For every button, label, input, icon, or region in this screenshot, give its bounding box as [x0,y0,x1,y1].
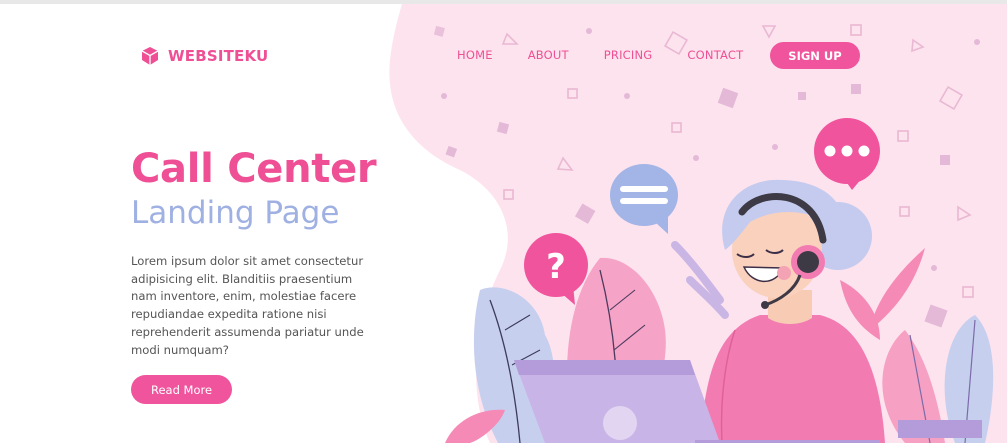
question-bubble-icon: ? [524,233,588,305]
signup-button[interactable]: SIGN UP [770,42,860,69]
plant-lavender [671,241,729,319]
chat-bubble-dots-icon [814,118,880,190]
svg-text:?: ? [546,247,566,287]
hero-subtitle: Landing Page [131,195,340,231]
chat-bubble-lines-icon [610,164,678,234]
nav-about[interactable]: ABOUT [528,48,569,62]
nav-pricing[interactable]: PRICING [604,48,653,62]
plant-pot [898,420,982,438]
hero-title: Call Center [131,146,377,192]
hero-description: Lorem ipsum dolor sit amet consectetur a… [131,254,364,357]
nav-home[interactable]: HOME [457,48,493,62]
cube-icon [141,47,159,65]
nav-contact[interactable]: CONTACT [687,48,743,62]
read-more-button[interactable]: Read More [131,375,232,404]
brand-logo[interactable]: WEBSITEKU [140,46,268,66]
main-nav: HOME ABOUT PRICING CONTACT [457,48,773,62]
brand-name: WEBSITEKU [168,47,269,65]
